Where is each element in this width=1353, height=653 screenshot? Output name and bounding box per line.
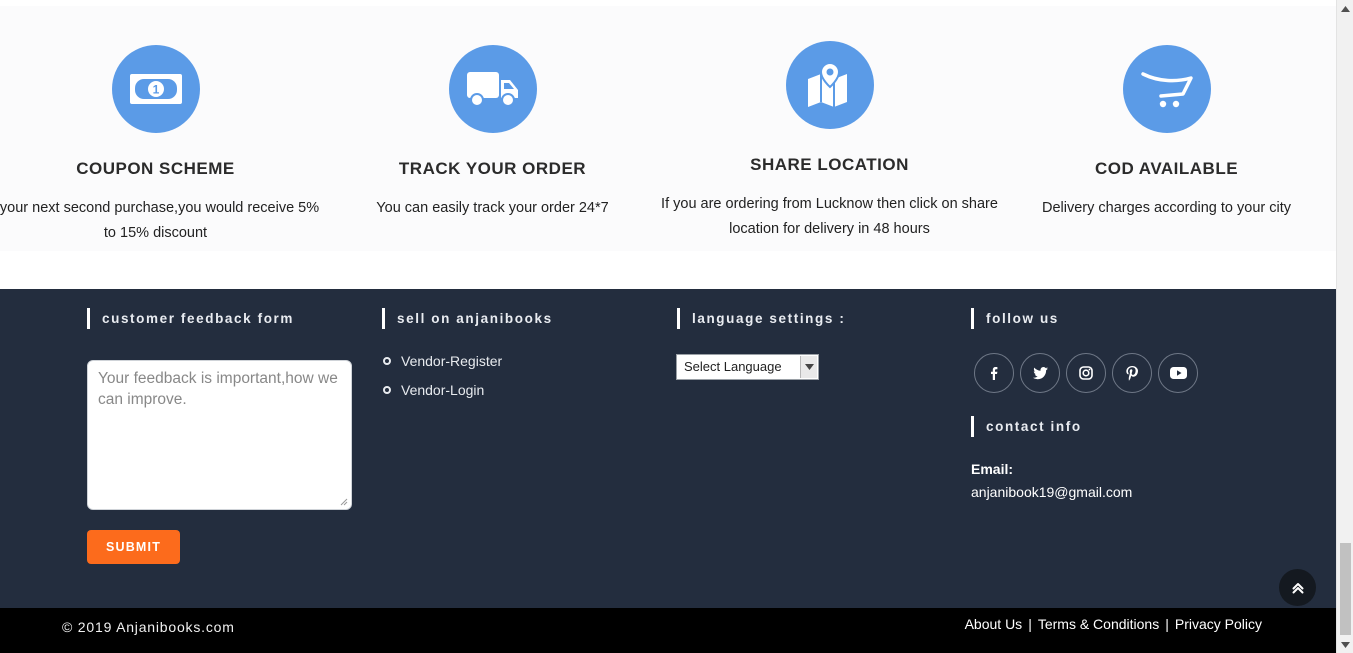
scrollbar-thumb[interactable] [1340, 543, 1351, 635]
vendor-login-label: Vendor-Login [401, 382, 485, 398]
feedback-textarea[interactable]: Your feedback is important,how we can im… [87, 360, 352, 510]
double-chevron-up-icon [1292, 582, 1303, 593]
scroll-up-arrow-icon[interactable] [1337, 0, 1353, 17]
map-location-icon [785, 41, 874, 129]
sell-title: sell on anjanibooks [382, 308, 553, 329]
feature-cod: COD AVAILABLE Delivery charges according… [998, 45, 1335, 221]
feature-track-order: TRACK YOUR ORDER You can easily track yo… [324, 45, 661, 221]
email-label: Email: [971, 461, 1014, 477]
instagram-icon[interactable] [1066, 353, 1106, 393]
link-separator: | [1028, 616, 1032, 632]
vendor-register-link[interactable]: Vendor-Register [383, 353, 502, 369]
scroll-to-top-button[interactable] [1279, 569, 1316, 606]
twitter-icon[interactable] [1020, 353, 1060, 393]
vendor-login-link[interactable]: Vendor-Login [383, 382, 484, 398]
vendor-register-label: Vendor-Register [401, 353, 503, 369]
circle-bullet-icon [383, 386, 391, 394]
banknote-icon: 1 [111, 45, 200, 133]
feature-text: t your next second purchase,you would re… [0, 200, 320, 241]
feature-title: COUPON SCHEME [76, 159, 235, 178]
scroll-down-arrow-icon[interactable] [1337, 636, 1353, 653]
submit-button[interactable]: SUBMIT [87, 530, 180, 564]
privacy-policy-link[interactable]: Privacy Policy [1175, 616, 1262, 632]
bottom-bar: © 2019 Anjanibooks.com About Us | Terms … [0, 608, 1336, 653]
circle-bullet-icon [383, 357, 391, 365]
youtube-icon[interactable] [1158, 353, 1198, 393]
feature-share-location: SHARE LOCATION If you are ordering from … [661, 41, 998, 242]
feature-text: If you are ordering from Lucknow then cl… [661, 196, 998, 237]
resize-handle-icon[interactable] [340, 498, 348, 506]
footer: customer feedback form Your feedback is … [0, 289, 1336, 608]
pinterest-icon[interactable] [1112, 353, 1152, 393]
vertical-scrollbar[interactable] [1336, 0, 1353, 653]
language-selected: Select Language [684, 359, 782, 374]
bottom-links: About Us | Terms & Conditions | Privacy … [965, 616, 1262, 632]
contact-title: contact info [971, 416, 1082, 437]
feature-title: TRACK YOUR ORDER [398, 159, 587, 178]
feature-title: COD AVAILABLE [1094, 159, 1239, 178]
truck-icon [448, 45, 537, 133]
feature-title: SHARE LOCATION [750, 155, 909, 174]
facebook-icon[interactable] [974, 353, 1014, 393]
link-separator: | [1165, 616, 1169, 632]
follow-title: follow us [971, 308, 1059, 329]
language-title: language settings : [677, 308, 845, 329]
copyright-text: © 2019 Anjanibooks.com [62, 619, 235, 635]
feature-coupon: 1 COUPON SCHEME t your next second purch… [0, 45, 324, 246]
features-section: 1 COUPON SCHEME t your next second purch… [0, 0, 1336, 289]
cart-icon [1122, 45, 1211, 133]
about-us-link[interactable]: About Us [965, 616, 1023, 632]
svg-text:1: 1 [152, 83, 159, 97]
page: 1 COUPON SCHEME t your next second purch… [0, 0, 1353, 653]
feature-text: Delivery charges according to your city [1041, 200, 1292, 216]
terms-conditions-link[interactable]: Terms & Conditions [1038, 616, 1159, 632]
language-select[interactable]: Select Language [676, 354, 819, 380]
feedback-title: customer feedback form [87, 308, 294, 329]
feature-text: You can easily track your order 24*7 [376, 200, 609, 216]
feedback-placeholder: Your feedback is important,how we can im… [98, 370, 338, 408]
email-link[interactable]: anjanibook19@gmail.com [971, 484, 1132, 500]
chevron-down-icon[interactable] [800, 356, 817, 378]
